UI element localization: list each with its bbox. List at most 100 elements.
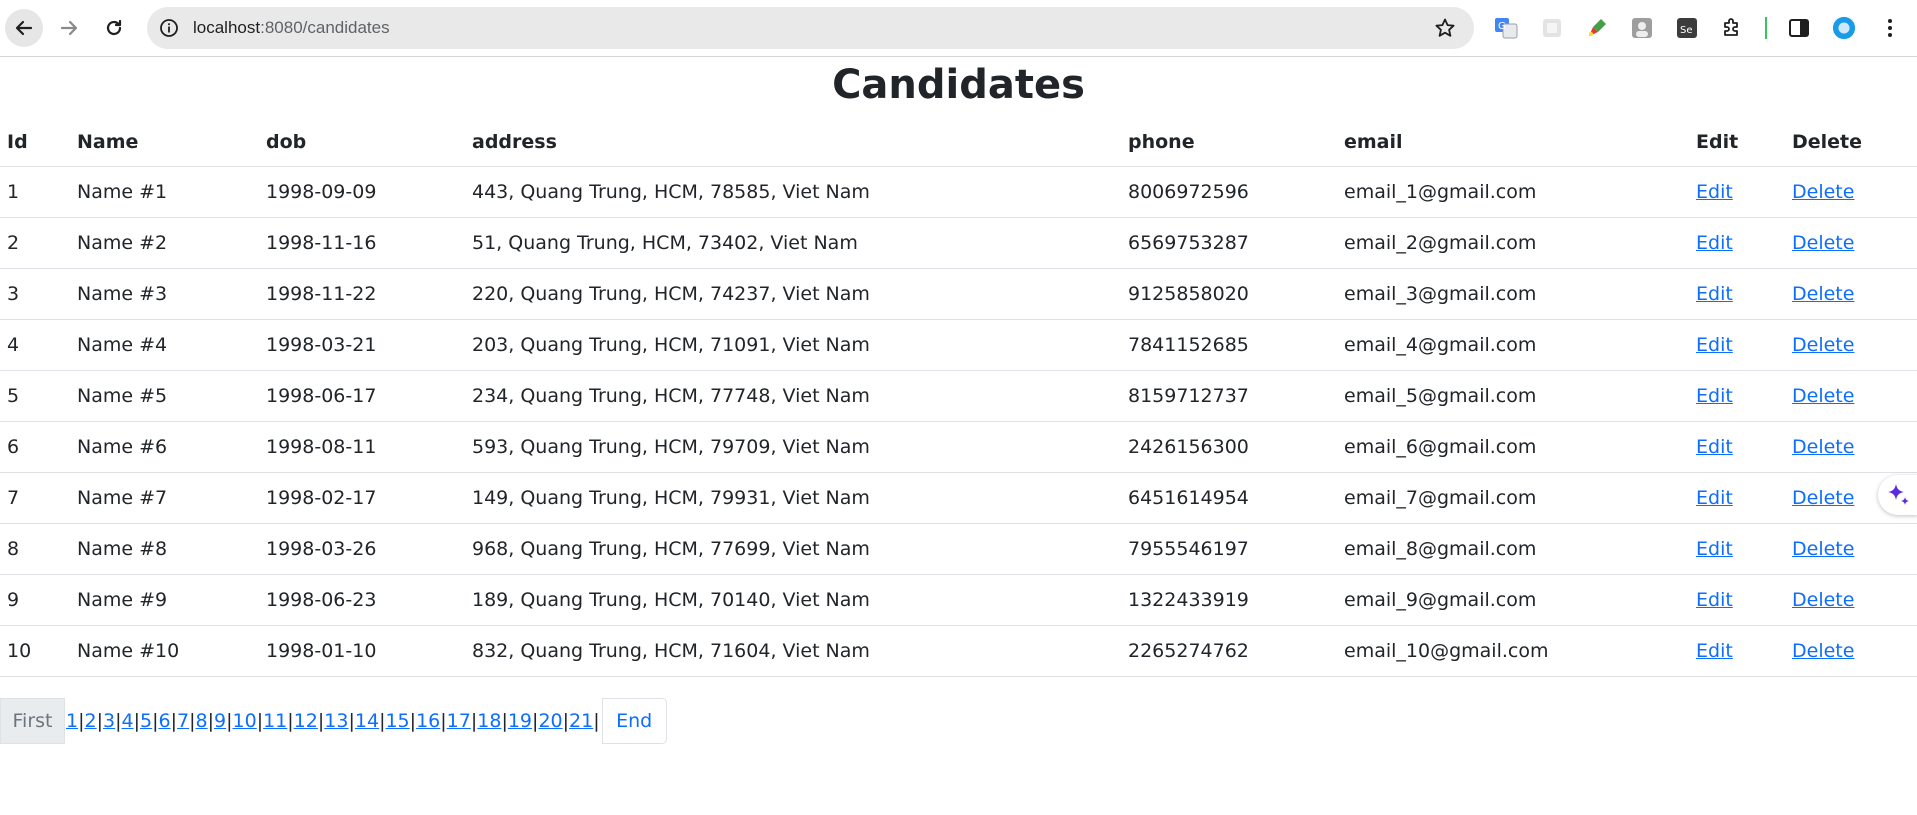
selenium-icon: Se xyxy=(1677,18,1697,38)
address-bar[interactable]: localhost:8080/candidates xyxy=(147,7,1474,49)
page-link-14[interactable]: 14 xyxy=(355,710,379,732)
page-link-10[interactable]: 10 xyxy=(233,710,257,732)
delete-link[interactable]: Delete xyxy=(1792,589,1854,611)
translate-extension-icon[interactable]: G xyxy=(1494,16,1518,40)
page-link-17[interactable]: 17 xyxy=(447,710,471,732)
page-link-6[interactable]: 6 xyxy=(159,710,171,732)
table-row: 8 Name #8 1998-03-26 968, Quang Trung, H… xyxy=(0,523,1917,575)
cell-delete: Delete xyxy=(1785,523,1917,575)
header-name: Name xyxy=(70,117,259,167)
page-link-2[interactable]: 2 xyxy=(85,710,97,732)
page-link-15[interactable]: 15 xyxy=(385,710,409,732)
edit-link[interactable]: Edit xyxy=(1696,334,1733,356)
cell-id: 9 xyxy=(0,574,70,626)
selenium-extension-icon[interactable]: Se xyxy=(1675,16,1699,40)
edit-link[interactable]: Edit xyxy=(1696,283,1733,305)
forward-button[interactable] xyxy=(50,9,88,47)
page-link-20[interactable]: 20 xyxy=(538,710,562,732)
delete-link[interactable]: Delete xyxy=(1792,487,1854,509)
cell-dob: 1998-11-16 xyxy=(259,217,465,269)
arrow-right-icon xyxy=(60,20,78,36)
delete-link[interactable]: Delete xyxy=(1792,385,1854,407)
page-link-5[interactable]: 5 xyxy=(140,710,152,732)
extensions-puzzle-icon[interactable] xyxy=(1720,16,1744,40)
delete-link[interactable]: Delete xyxy=(1792,436,1854,458)
edit-link[interactable]: Edit xyxy=(1696,589,1733,611)
cell-email: email_6@gmail.com xyxy=(1337,421,1689,473)
puzzle-icon xyxy=(1724,18,1738,36)
cell-email: email_8@gmail.com xyxy=(1337,523,1689,575)
page-link-12[interactable]: 12 xyxy=(294,710,318,732)
edit-link[interactable]: Edit xyxy=(1696,181,1733,203)
cell-id: 5 xyxy=(0,370,70,422)
cell-address: 189, Quang Trung, HCM, 70140, Viet Nam xyxy=(465,574,1121,626)
reload-icon xyxy=(106,19,122,36)
delete-link[interactable]: Delete xyxy=(1792,181,1854,203)
edit-link[interactable]: Edit xyxy=(1696,436,1733,458)
cell-email: email_10@gmail.com xyxy=(1337,625,1689,677)
page-link-11[interactable]: 11 xyxy=(263,710,287,732)
cell-name: Name #9 xyxy=(70,574,259,626)
cell-delete: Delete xyxy=(1785,625,1917,677)
cell-name: Name #3 xyxy=(70,268,259,320)
end-page-button[interactable]: End xyxy=(601,698,667,744)
page-link-13[interactable]: 13 xyxy=(324,710,348,732)
page-links: 1|2|3|4|5|6|7|8|9|10|11|12|13|14|15|16|1… xyxy=(66,710,600,732)
table-row: 6 Name #6 1998-08-11 593, Quang Trung, H… xyxy=(0,421,1917,473)
page-link-21[interactable]: 21 xyxy=(569,710,593,732)
cell-dob: 1998-02-17 xyxy=(259,472,465,524)
site-info-icon[interactable] xyxy=(159,18,179,38)
bookmark-star-icon[interactable] xyxy=(1434,17,1456,39)
delete-link[interactable]: Delete xyxy=(1792,232,1854,254)
page-link-1[interactable]: 1 xyxy=(66,710,78,732)
cell-edit: Edit xyxy=(1689,625,1785,677)
cell-edit: Edit xyxy=(1689,574,1785,626)
extension-color-icon[interactable] xyxy=(1585,16,1609,40)
sparkle-icon xyxy=(1888,484,1909,505)
page-link-19[interactable]: 19 xyxy=(508,710,532,732)
cell-edit: Edit xyxy=(1689,268,1785,320)
delete-link[interactable]: Delete xyxy=(1792,640,1854,662)
cell-address: 443, Quang Trung, HCM, 78585, Viet Nam xyxy=(465,166,1121,218)
delete-link[interactable]: Delete xyxy=(1792,283,1854,305)
cell-email: email_7@gmail.com xyxy=(1337,472,1689,524)
cell-edit: Edit xyxy=(1689,370,1785,422)
cell-id: 6 xyxy=(0,421,70,473)
page-link-3[interactable]: 3 xyxy=(103,710,115,732)
edit-link[interactable]: Edit xyxy=(1696,385,1733,407)
page-link-8[interactable]: 8 xyxy=(196,710,208,732)
cell-delete: Delete xyxy=(1785,166,1917,218)
cell-phone: 7841152685 xyxy=(1121,319,1337,371)
extension-grey-icon[interactable] xyxy=(1540,16,1564,40)
edit-link[interactable]: Edit xyxy=(1696,640,1733,662)
page-link-7[interactable]: 7 xyxy=(177,710,189,732)
cell-dob: 1998-09-09 xyxy=(259,166,465,218)
cell-phone: 1322433919 xyxy=(1121,574,1337,626)
first-page-button[interactable]: First xyxy=(0,698,65,744)
side-panel-icon[interactable] xyxy=(1787,16,1811,40)
back-button[interactable] xyxy=(5,9,43,47)
page-link-16[interactable]: 16 xyxy=(416,710,440,732)
ai-assistant-button[interactable] xyxy=(1878,475,1917,515)
page-link-9[interactable]: 9 xyxy=(214,710,226,732)
cell-phone: 2265274762 xyxy=(1121,625,1337,677)
profile-avatar[interactable] xyxy=(1832,16,1856,40)
cell-delete: Delete xyxy=(1785,574,1917,626)
delete-link[interactable]: Delete xyxy=(1792,334,1854,356)
reload-button[interactable] xyxy=(95,9,133,47)
cell-edit: Edit xyxy=(1689,217,1785,269)
edit-link[interactable]: Edit xyxy=(1696,538,1733,560)
browser-menu-button[interactable] xyxy=(1878,16,1902,40)
cell-email: email_5@gmail.com xyxy=(1337,370,1689,422)
profile-extension-icon[interactable] xyxy=(1630,16,1654,40)
edit-link[interactable]: Edit xyxy=(1696,232,1733,254)
url-text[interactable]: localhost:8080/candidates xyxy=(193,18,390,38)
svg-text:G: G xyxy=(1498,21,1506,32)
cell-name: Name #8 xyxy=(70,523,259,575)
delete-link[interactable]: Delete xyxy=(1792,538,1854,560)
edit-link[interactable]: Edit xyxy=(1696,487,1733,509)
page-link-4[interactable]: 4 xyxy=(122,710,134,732)
page-link-18[interactable]: 18 xyxy=(477,710,501,732)
cell-name: Name #6 xyxy=(70,421,259,473)
cell-dob: 1998-08-11 xyxy=(259,421,465,473)
